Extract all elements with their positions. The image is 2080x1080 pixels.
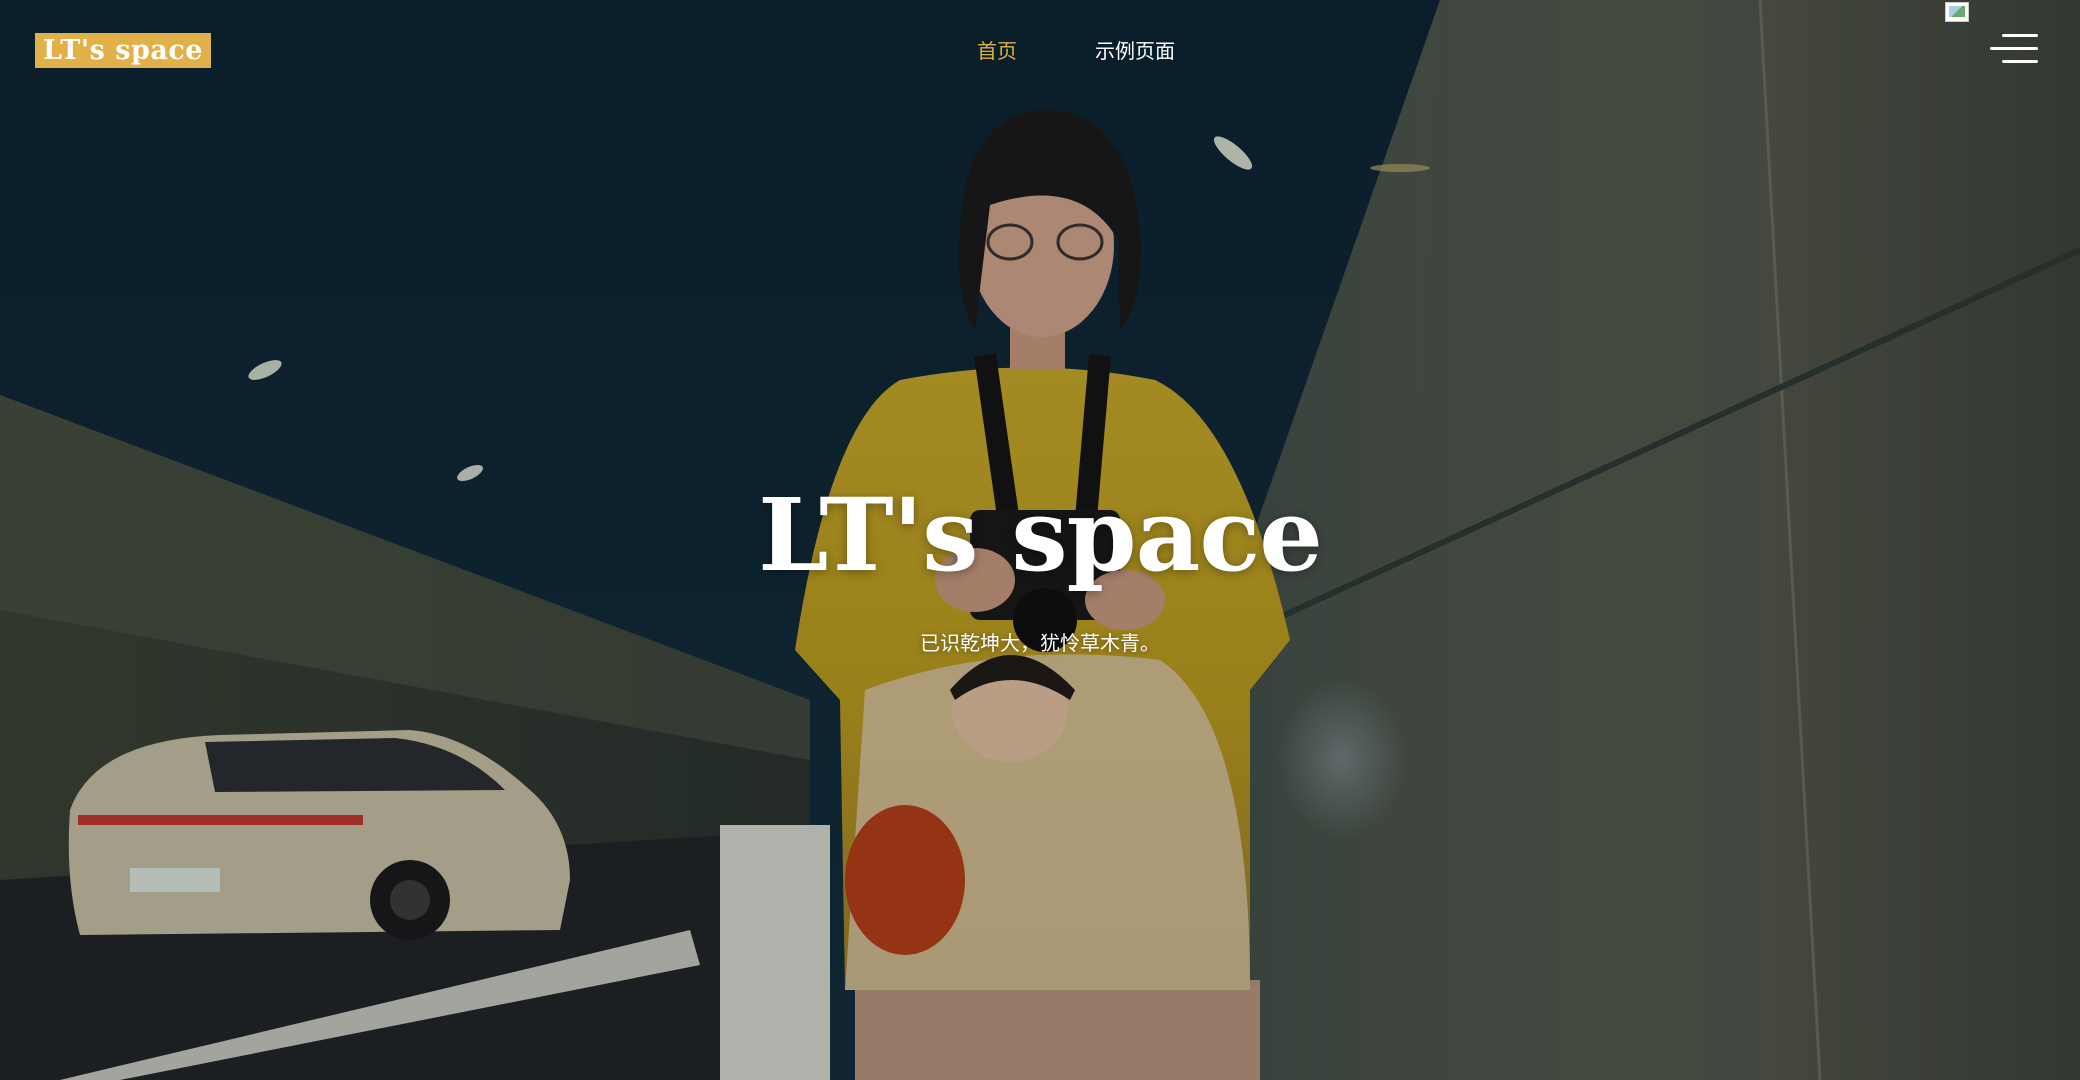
menu-line-top [2002,34,2038,37]
menu-line-middle [1990,47,2038,50]
hero-title: LT's space [758,476,1323,594]
broken-image-icon [1945,2,1969,22]
nav-item-home[interactable]: 首页 [977,35,1017,67]
hero-subtitle: 已识乾坤大，犹怜草木青。 [920,631,1160,655]
page: LT's space 首页 示例页面 LT's space 已识乾坤大，犹怜草木… [0,0,2080,1080]
nav-item-sample-page[interactable]: 示例页面 [1095,35,1175,67]
site-logo[interactable]: LT's space [35,33,211,68]
hamburger-menu-icon[interactable] [1990,34,2038,66]
main-nav: 首页 示例页面 [977,35,1175,67]
menu-line-bottom [2002,60,2038,63]
